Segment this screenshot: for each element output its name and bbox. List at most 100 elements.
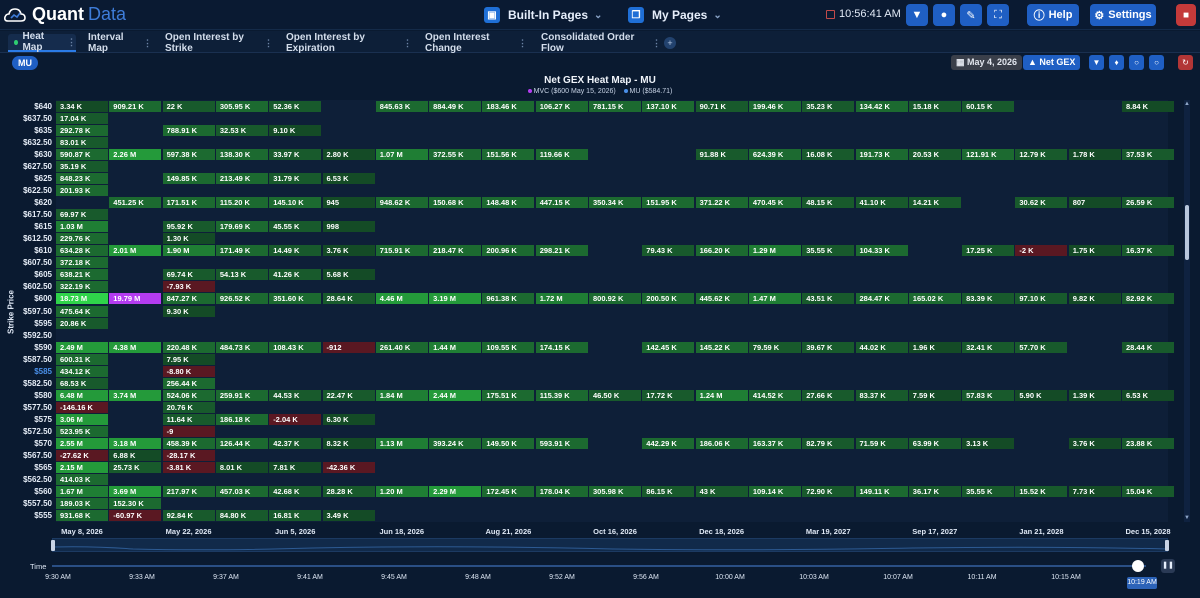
heatmap-cell[interactable]: 83.39 K [962,293,1015,305]
heatmap-cell[interactable]: 414.52 K [748,389,801,401]
heatmap-cell[interactable]: 1.96 K [908,341,961,353]
heatmap-cell[interactable]: 1.24 M [695,389,748,401]
heatmap-cell[interactable]: -3.81 K [162,461,215,473]
kebab-icon[interactable]: ⋮ [67,37,76,48]
edit-button[interactable]: ✎ [960,4,982,26]
heatmap-cell[interactable]: 145.10 K [269,197,322,209]
tab-consolidated-order-flow[interactable]: Consolidated Order Flow ⋮ [535,32,661,54]
heatmap-cell[interactable]: 199.46 K [748,101,801,112]
heatmap-cell[interactable]: 3.76 K [1068,437,1121,449]
heatmap-cell[interactable]: 42.37 K [269,437,322,449]
heatmap-cell[interactable]: 15.52 K [1015,485,1068,497]
heatmap-cell[interactable]: 3.19 M [429,293,482,305]
heatmap-cell[interactable]: 44.02 K [855,341,908,353]
heatmap-cell[interactable]: 72.90 K [802,485,855,497]
vertical-scrollbar[interactable] [1184,100,1190,522]
heatmap-cell[interactable]: 183.46 K [482,101,535,112]
heatmap-cell[interactable]: 20.53 K [908,149,961,161]
heatmap-cell[interactable]: 15.18 K [908,101,961,112]
heatmap-cell[interactable]: 106.27 K [535,101,588,112]
heatmap-cell[interactable]: 259.91 K [215,389,268,401]
heatmap-cell[interactable]: 20.86 K [56,317,108,329]
heatmap-cell[interactable]: 1.30 K [162,233,215,245]
heatmap-cell[interactable]: 79.59 K [748,341,801,353]
heatmap-cell[interactable]: 172.45 K [482,485,535,497]
heatmap-cell[interactable]: 7.59 K [908,389,961,401]
heatmap-cell[interactable]: 1.90 M [162,245,215,257]
heatmap-cell[interactable]: 284.47 K [855,293,908,305]
heatmap-cell[interactable]: -7.93 K [162,281,215,293]
heatmap-cell[interactable]: 119.66 K [535,149,588,161]
heatmap-cell[interactable]: 372.18 K [56,257,108,269]
heatmap-cell[interactable]: 54.13 K [215,269,268,281]
heatmap-cell[interactable]: 4.38 M [109,341,162,353]
heatmap-cell[interactable]: 9.10 K [269,125,322,137]
heatmap-cell[interactable]: 18.73 M [56,293,108,305]
heatmap-cell[interactable]: 149.11 K [855,485,908,497]
heatmap-cell[interactable]: 2.80 K [322,149,375,161]
my-pages-dropdown[interactable]: ❐ My Pages ⌄ [628,4,722,26]
heatmap-cell[interactable]: 27.66 K [802,389,855,401]
heatmap-cell[interactable]: 447.15 K [535,197,588,209]
heatmap-cell[interactable]: 115.20 K [215,197,268,209]
heatmap-cell[interactable]: 9.82 K [1068,293,1121,305]
heatmap-cell[interactable]: 37.53 K [1122,149,1174,161]
heatmap-cell[interactable]: 12.79 K [1015,149,1068,161]
heatmap-cell[interactable]: 926.52 K [215,293,268,305]
heatmap-cell[interactable]: 931.68 K [56,510,108,522]
heatmap-cell[interactable]: 597.38 K [162,149,215,161]
built-in-pages-dropdown[interactable]: ▣ Built-In Pages ⌄ [484,4,602,26]
heatmap-cell[interactable]: 90.71 K [695,101,748,112]
heatmap-cell[interactable]: 3.69 M [109,485,162,497]
heatmap-cell[interactable]: 148.48 K [482,197,535,209]
heatmap-cell[interactable]: 68.53 K [56,377,108,389]
ticker-selector[interactable]: MU [12,56,38,70]
heatmap-cell[interactable]: 26.59 K [1122,197,1174,209]
heatmap-cell[interactable]: 151.56 K [482,149,535,161]
heatmap-cell[interactable]: 442.29 K [642,437,695,449]
heatmap-cell[interactable]: 3.18 M [109,437,162,449]
heatmap-cell[interactable]: 1.39 K [1068,389,1121,401]
heatmap-cell[interactable]: 201.93 K [56,185,108,197]
heatmap-cell[interactable]: 91.88 K [695,149,748,161]
tab-interval-map[interactable]: Interval Map ⋮ [82,32,152,54]
heatmap-cell[interactable]: 115.39 K [535,389,588,401]
heatmap-cell[interactable]: 83.37 K [855,389,908,401]
heatmap-cell[interactable]: 1.47 M [748,293,801,305]
heatmap-cell[interactable]: 213.49 K [215,173,268,185]
heatmap-cell[interactable]: 23.88 K [1122,437,1174,449]
heatmap-cell[interactable]: 200.96 K [482,245,535,257]
heatmap-cell[interactable]: 84.80 K [215,510,268,522]
heatmap-cell[interactable]: 41.26 K [269,269,322,281]
heatmap-cell[interactable]: 52.36 K [269,101,322,112]
globe-button[interactable]: ● [933,4,955,26]
heatmap-cell[interactable]: 8.32 K [322,437,375,449]
heatmap-cell[interactable]: 165.02 K [908,293,961,305]
scroll-down-icon[interactable]: ▼ [1183,514,1191,522]
search-button[interactable]: ○ [1129,55,1144,70]
kebab-icon[interactable]: ⋮ [143,38,152,49]
heatmap-cell[interactable]: 6.30 K [322,413,375,425]
heatmap-cell[interactable]: 7.73 K [1068,485,1121,497]
heatmap-cell[interactable]: 8.01 K [215,461,268,473]
heatmap-cell[interactable]: -60.97 K [109,510,162,522]
tab-open-interest-by-expiration[interactable]: Open Interest by Expiration ⋮ [280,32,412,54]
heatmap-cell[interactable]: 4.46 M [375,293,428,305]
heatmap-cell[interactable]: 191.73 K [855,149,908,161]
heatmap-cell[interactable]: 1.84 M [375,389,428,401]
heatmap-cell[interactable]: -27.62 K [56,449,108,461]
heatmap-cell[interactable]: 256.44 K [162,377,215,389]
heatmap-cell[interactable]: 848.23 K [56,173,108,185]
heatmap-cell[interactable]: 57.83 K [962,389,1015,401]
heatmap-cell[interactable]: 7.95 K [162,353,215,365]
heatmap-cell[interactable]: 807 [1068,197,1121,209]
heatmap-cell[interactable]: 36.17 K [908,485,961,497]
legend-item-mvc[interactable]: MVC ($600 May 15, 2026) [527,88,616,95]
heatmap-cell[interactable]: 298.21 K [535,245,588,257]
heatmap-cell[interactable]: 137.10 K [642,101,695,112]
heatmap-cell[interactable]: 82.92 K [1122,293,1174,305]
heatmap-cell[interactable]: 86.15 K [642,485,695,497]
heatmap-cell[interactable]: 145.22 K [695,341,748,353]
heatmap-cell[interactable]: 44.53 K [269,389,322,401]
heatmap-cell[interactable]: 33.97 K [269,149,322,161]
